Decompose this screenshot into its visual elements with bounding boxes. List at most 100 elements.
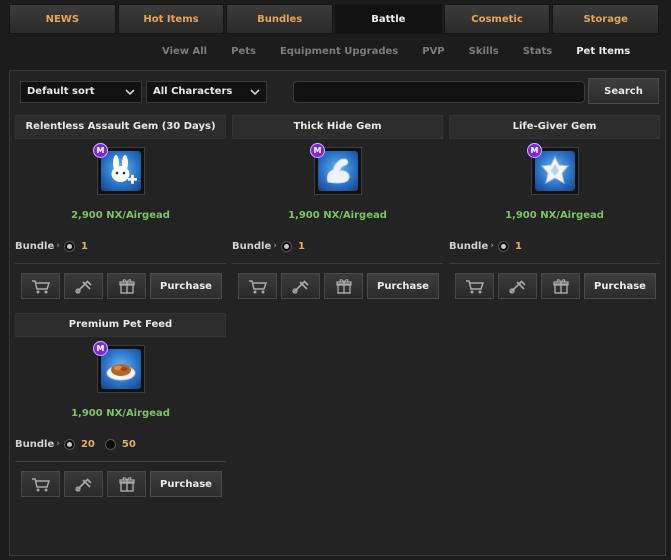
top-category-tabs: NEWS Hot Items Bundles Battle Cosmetic S…	[9, 4, 660, 36]
wishlist-icon	[291, 278, 311, 294]
wishlist-icon	[508, 278, 528, 294]
sort-dropdown-value: Default sort	[27, 86, 95, 97]
tab-news[interactable]: NEWS	[9, 4, 116, 34]
item-card-thick-hide-gem: Thick Hide Gem M 1,900 NX/Airgead Bundle…	[232, 115, 443, 305]
bundle-qty: 1	[80, 240, 88, 252]
subtab-equipment-upgrades[interactable]: Equipment Upgrades	[280, 42, 398, 62]
bundle-qty: 1	[514, 240, 522, 252]
cart-icon	[248, 278, 268, 294]
bundle-label: Bundle	[15, 240, 55, 252]
subtab-skills[interactable]: Skills	[469, 42, 499, 62]
item-actions: Purchase	[455, 273, 656, 299]
bundle-selector: Bundle › 20 50	[15, 437, 226, 451]
gift-icon	[118, 476, 135, 492]
item-card-premium-pet-feed: Premium Pet Feed M 1,900 NX/Airgead Bund…	[15, 313, 226, 503]
tab-bundles[interactable]: Bundles	[226, 4, 334, 34]
item-name: Life-Giver Gem	[449, 115, 660, 139]
mileage-badge-icon: M	[310, 143, 325, 158]
tab-battle[interactable]: Battle	[335, 4, 442, 34]
tab-hot-items[interactable]: Hot Items	[117, 4, 225, 34]
bundle-selector: Bundle › 1	[232, 239, 443, 253]
crystal-gem-icon	[535, 151, 575, 191]
search-button[interactable]: Search	[588, 78, 659, 104]
mileage-badge-icon: M	[93, 143, 108, 158]
gift-icon	[118, 278, 135, 294]
character-dropdown[interactable]: All Characters	[146, 81, 267, 103]
add-to-cart-button[interactable]	[21, 471, 60, 497]
chevron-right-icon: ›	[56, 439, 60, 449]
purchase-button[interactable]: Purchase	[367, 273, 439, 299]
divider	[15, 263, 226, 264]
gift-button[interactable]	[107, 273, 146, 299]
wishlist-button[interactable]	[64, 273, 103, 299]
chevron-right-icon: ›	[56, 241, 60, 251]
bundle-radio[interactable]	[280, 240, 292, 252]
divider	[232, 263, 443, 264]
bundle-radio-20[interactable]	[63, 438, 75, 450]
bundle-radio[interactable]	[497, 240, 509, 252]
character-dropdown-value: All Characters	[153, 86, 233, 97]
tab-storage[interactable]: Storage	[552, 4, 660, 34]
wishlist-button[interactable]	[281, 273, 320, 299]
bundle-label: Bundle	[232, 240, 272, 252]
gift-icon	[552, 278, 569, 294]
item-icon-frame[interactable]: M	[310, 143, 362, 195]
bundle-qty: 1	[297, 240, 305, 252]
mileage-badge-icon: M	[527, 143, 542, 158]
cart-icon	[31, 476, 51, 492]
gift-button[interactable]	[107, 471, 146, 497]
bundle-selector: Bundle › 1	[15, 239, 226, 253]
mileage-badge-icon: M	[93, 341, 108, 356]
item-price: 1,900 NX/Airgead	[288, 210, 387, 221]
item-name: Relentless Assault Gem (30 Days)	[15, 115, 226, 139]
bundle-qty: 50	[121, 438, 136, 450]
gift-icon	[335, 278, 352, 294]
bundle-qty: 20	[80, 438, 95, 450]
sort-dropdown[interactable]: Default sort	[20, 81, 142, 103]
subtab-stats[interactable]: Stats	[523, 42, 552, 62]
divider	[449, 263, 660, 264]
item-actions: Purchase	[21, 273, 222, 299]
item-card-relentless-assault-gem: Relentless Assault Gem (30 Days) M 2,900…	[15, 115, 226, 305]
subtab-view-all[interactable]: View All	[162, 42, 207, 62]
gift-button[interactable]	[541, 273, 580, 299]
bundle-selector: Bundle › 1	[449, 239, 660, 253]
pet-feed-icon	[101, 349, 141, 389]
tab-cosmetic[interactable]: Cosmetic	[443, 4, 551, 34]
wishlist-icon	[74, 278, 94, 294]
bundle-radio-50[interactable]	[104, 438, 116, 450]
subtab-pvp[interactable]: PVP	[422, 42, 444, 62]
purchase-button[interactable]: Purchase	[150, 273, 222, 299]
item-icon-frame[interactable]: M	[93, 143, 145, 195]
item-actions: Purchase	[238, 273, 439, 299]
item-name: Premium Pet Feed	[15, 313, 226, 337]
wishlist-icon	[74, 476, 94, 492]
item-price: 1,900 NX/Airgead	[71, 408, 170, 419]
subtab-pet-items[interactable]: Pet Items	[576, 42, 630, 62]
divider	[15, 461, 226, 462]
chevron-right-icon: ›	[490, 241, 494, 251]
purchase-button[interactable]: Purchase	[150, 471, 222, 497]
add-to-cart-button[interactable]	[238, 273, 277, 299]
wishlist-button[interactable]	[64, 471, 103, 497]
chevron-down-icon	[250, 83, 260, 101]
shop-panel: Default sort All Characters Search Relen…	[9, 70, 666, 556]
flexed-arm-gem-icon	[318, 151, 358, 191]
bundle-label: Bundle	[15, 438, 55, 450]
wishlist-button[interactable]	[498, 273, 537, 299]
search-input[interactable]	[293, 81, 585, 103]
item-icon-frame[interactable]: M	[93, 341, 145, 393]
purchase-button[interactable]: Purchase	[584, 273, 656, 299]
item-card-life-giver-gem: Life-Giver Gem M 1,900 NX/Airgead Bundle…	[449, 115, 660, 305]
item-price: 2,900 NX/Airgead	[71, 210, 170, 221]
gift-button[interactable]	[324, 273, 363, 299]
item-icon-frame[interactable]: M	[527, 143, 579, 195]
add-to-cart-button[interactable]	[455, 273, 494, 299]
chevron-down-icon	[125, 83, 135, 101]
bundle-radio[interactable]	[63, 240, 75, 252]
subtab-pets[interactable]: Pets	[231, 42, 256, 62]
item-price: 1,900 NX/Airgead	[505, 210, 604, 221]
rabbit-plus-gem-icon	[101, 151, 141, 191]
add-to-cart-button[interactable]	[21, 273, 60, 299]
item-actions: Purchase	[21, 471, 222, 497]
